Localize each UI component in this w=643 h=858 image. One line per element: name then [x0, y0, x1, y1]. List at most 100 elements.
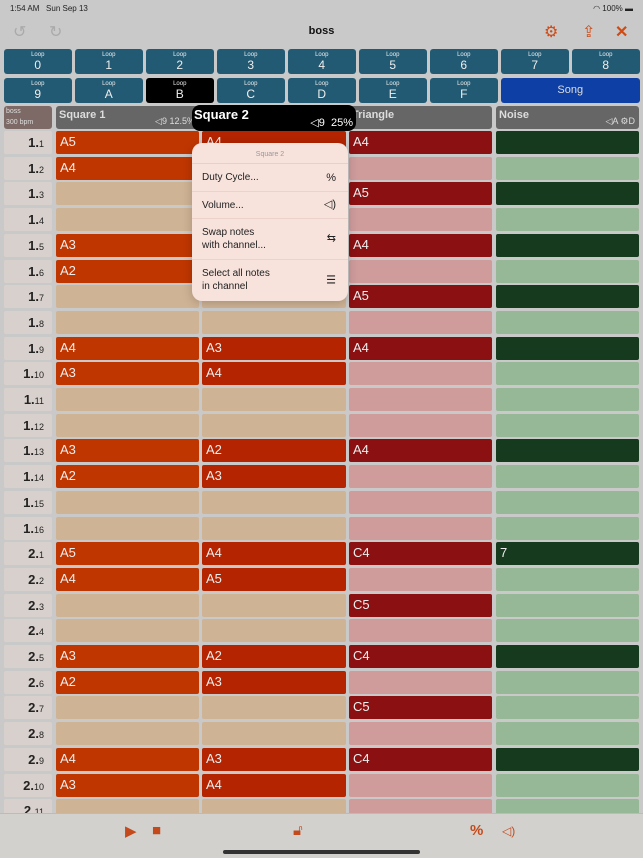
settings-gear-icon[interactable]: ⚙	[544, 22, 558, 42]
note-cell-square-1[interactable]: A4	[56, 747, 199, 771]
loop-button-F[interactable]: Loop F	[430, 78, 498, 103]
loop-button-1[interactable]: Loop 1	[75, 49, 143, 74]
loop-button-0[interactable]: Loop 0	[4, 49, 72, 74]
note-cell-square-1[interactable]: A5	[56, 131, 199, 154]
close-icon[interactable]: ✕	[615, 22, 628, 42]
loop-button-C[interactable]: Loop C	[217, 78, 285, 103]
note-cell-triangle[interactable]	[349, 465, 492, 489]
note-cell-square-1[interactable]	[56, 516, 199, 540]
share-icon[interactable]: ⇪	[582, 22, 595, 42]
note-cell-triangle[interactable]	[349, 516, 492, 540]
note-cell-square-1[interactable]	[56, 696, 199, 720]
note-cell-square-2[interactable]: A3	[202, 747, 346, 771]
note-cell-square-2[interactable]	[202, 619, 346, 643]
loop-button-8[interactable]: Loop 8	[572, 49, 640, 74]
note-cell-square-2[interactable]	[202, 593, 346, 617]
duty-percent-icon[interactable]: %	[470, 822, 483, 839]
note-cell-square-1[interactable]: A3	[56, 773, 199, 797]
note-cell-noise[interactable]	[496, 285, 639, 309]
note-cell-square-1[interactable]	[56, 413, 199, 437]
note-cell-square-1[interactable]: A4	[56, 336, 199, 360]
note-cell-noise[interactable]	[496, 310, 639, 334]
note-cell-square-1[interactable]: A2	[56, 670, 199, 694]
row-label[interactable]: 2.7	[4, 696, 52, 720]
row-label[interactable]: 2.10	[4, 773, 52, 797]
row-label[interactable]: 2.9	[4, 747, 52, 771]
note-cell-noise[interactable]	[496, 516, 639, 540]
note-cell-noise[interactable]	[496, 156, 639, 180]
note-cell-square-2[interactable]: A4	[202, 773, 346, 797]
note-cell-square-2[interactable]	[202, 722, 346, 746]
note-cell-triangle[interactable]	[349, 413, 492, 437]
row-label[interactable]: 1.16	[4, 516, 52, 540]
note-cell-triangle[interactable]: A4	[349, 233, 492, 257]
note-cell-triangle[interactable]: C5	[349, 696, 492, 720]
row-label[interactable]: 2.5	[4, 645, 52, 668]
note-cell-square-2[interactable]: A2	[202, 439, 346, 463]
stop-icon[interactable]: ■	[152, 822, 161, 839]
note-cell-square-2[interactable]: A2	[202, 645, 346, 668]
note-cell-square-1[interactable]: A4	[56, 156, 199, 180]
note-cell-square-2[interactable]: A4	[202, 362, 346, 386]
row-label[interactable]: 1.3	[4, 182, 52, 206]
loop-button-3[interactable]: Loop 3	[217, 49, 285, 74]
note-cell-triangle[interactable]	[349, 670, 492, 694]
note-cell-square-2[interactable]	[202, 490, 346, 514]
note-cell-square-2[interactable]	[202, 413, 346, 437]
note-cell-square-2[interactable]: A5	[202, 567, 346, 591]
row-label[interactable]: 1.1	[4, 131, 52, 154]
note-cell-noise[interactable]	[496, 131, 639, 154]
note-cell-square-1[interactable]	[56, 310, 199, 334]
note-cell-noise[interactable]: 7	[496, 542, 639, 566]
note-cell-noise[interactable]	[496, 490, 639, 514]
note-cell-square-2[interactable]: A4	[202, 542, 346, 566]
note-cell-triangle[interactable]: A5	[349, 182, 492, 206]
unlock-icon[interactable]: 🔓︎	[293, 822, 303, 839]
note-cell-triangle[interactable]	[349, 619, 492, 643]
note-cell-triangle[interactable]	[349, 773, 492, 797]
loop-button-7[interactable]: Loop 7	[501, 49, 569, 74]
row-label[interactable]: 2.6	[4, 670, 52, 694]
note-cell-square-1[interactable]	[56, 388, 199, 411]
loop-button-A[interactable]: Loop A	[75, 78, 143, 103]
row-label[interactable]: 1.4	[4, 208, 52, 232]
row-label[interactable]: 1.13	[4, 439, 52, 463]
note-cell-triangle[interactable]: A4	[349, 131, 492, 154]
menu-item-duty-cycle[interactable]: Duty Cycle...%	[192, 164, 348, 192]
row-label[interactable]: 1.11	[4, 388, 52, 411]
note-cell-triangle[interactable]	[349, 208, 492, 232]
note-cell-noise[interactable]	[496, 259, 639, 283]
row-label[interactable]: 2.8	[4, 722, 52, 746]
note-cell-square-1[interactable]	[56, 182, 199, 206]
note-cell-noise[interactable]	[496, 670, 639, 694]
row-label[interactable]: 2.4	[4, 619, 52, 643]
note-cell-noise[interactable]	[496, 182, 639, 206]
note-cell-square-1[interactable]: A3	[56, 233, 199, 257]
row-label[interactable]: 1.6	[4, 259, 52, 283]
loop-button-E[interactable]: Loop E	[359, 78, 427, 103]
note-cell-noise[interactable]	[496, 747, 639, 771]
row-label[interactable]: 2.1	[4, 542, 52, 566]
row-label[interactable]: 1.8	[4, 310, 52, 334]
note-cell-square-1[interactable]	[56, 722, 199, 746]
row-label[interactable]: 2.3	[4, 593, 52, 617]
row-label[interactable]: 1.9	[4, 336, 52, 360]
row-label[interactable]: 1.15	[4, 490, 52, 514]
note-cell-triangle[interactable]: A4	[349, 336, 492, 360]
note-cell-triangle[interactable]	[349, 310, 492, 334]
channel-header-noise[interactable]: Noise ◁A ⚙D	[496, 106, 639, 129]
note-cell-triangle[interactable]: A5	[349, 285, 492, 309]
note-cell-square-1[interactable]: A5	[56, 542, 199, 566]
play-icon[interactable]: ▶	[125, 822, 137, 840]
note-cell-square-1[interactable]: A2	[56, 259, 199, 283]
note-cell-triangle[interactable]	[349, 388, 492, 411]
loop-button-6[interactable]: Loop 6	[430, 49, 498, 74]
loop-button-4[interactable]: Loop 4	[288, 49, 356, 74]
menu-item-select-all-notes[interactable]: Select all notes in channel ☰	[192, 260, 348, 301]
channel-header-square-1[interactable]: Square 1 ◁9 12.5%	[56, 106, 199, 129]
note-cell-square-1[interactable]	[56, 593, 199, 617]
row-label[interactable]: 1.7	[4, 285, 52, 309]
note-cell-triangle[interactable]: C4	[349, 747, 492, 771]
note-cell-triangle[interactable]	[349, 490, 492, 514]
note-cell-noise[interactable]	[496, 567, 639, 591]
